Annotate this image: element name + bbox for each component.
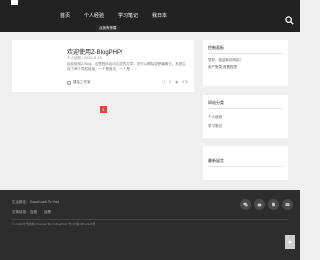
category-link[interactable]: 个人经验 [208, 115, 222, 120]
friend-links-label: 友情链接： [12, 210, 30, 214]
avatar [67, 80, 71, 85]
widget-title: 最新留言 [208, 158, 224, 163]
eye-icon: ◉ [175, 80, 179, 84]
widget-latest-comments: 最新留言 [203, 146, 288, 180]
widget-category: 网站分类 个人经验 学习笔记 [203, 95, 288, 138]
nav-tooltip: 点我有惊喜 [96, 23, 120, 32]
site-logo[interactable] [11, 0, 18, 5]
divider [12, 219, 288, 220]
post-thumbnail[interactable] [15, 43, 63, 89]
page-1-button[interactable]: 1 [100, 106, 107, 113]
wechat-icon[interactable] [240, 199, 251, 210]
nav-japan[interactable]: 我日本 [152, 13, 167, 20]
comment-count: 0 [169, 80, 172, 84]
post-stats: ▢ 0 ◉ 370 [158, 80, 188, 84]
email-icon[interactable] [282, 199, 293, 210]
weibo-icon[interactable] [254, 199, 265, 210]
post-card: 欢迎使用Z-BlogPHP! 个人经验 • 2024-11-10 欢迎使用Z-B… [12, 40, 194, 92]
category-link[interactable]: 学习笔记 [208, 124, 222, 129]
friend-link[interactable]: 百度 [30, 210, 37, 215]
view-count: 370 [182, 80, 188, 84]
search-icon[interactable] [285, 12, 294, 25]
divider [208, 108, 283, 109]
widget-title: 控制面板 [208, 45, 224, 50]
qq-icon[interactable] [268, 199, 279, 210]
comment-icon: ▢ [161, 80, 166, 84]
widget-about: 控制面板 您好，欢迎到访网站！ 用户登录 查看权限 [203, 40, 288, 86]
nav-notes[interactable]: 学习笔记 [118, 13, 138, 20]
divider [208, 166, 283, 167]
copyright-text: © 2018 时光随笔 Powered By Z-BlogPHP 粤ICP备18… [12, 222, 96, 226]
post-meta: 个人经验 • 2024-11-10 [67, 56, 102, 60]
post-author: 建站工作室 [67, 80, 91, 85]
post-title[interactable]: 欢迎使用Z-BlogPHP! [67, 47, 123, 56]
post-author-name[interactable]: 建站工作室 [73, 80, 91, 85]
back-to-top-icon[interactable] [285, 235, 295, 249]
widget-link[interactable]: 您好，欢迎到访网站！ [208, 58, 243, 63]
friend-link[interactable]: 谷歌 [44, 210, 51, 215]
post-excerpt: 欢迎使用Z-Blog，这是程序自动生成的文章，您可以删除或是编辑它。系统生成了两… [67, 62, 186, 71]
widget-title: 网站分类 [208, 100, 224, 105]
divider [208, 53, 283, 54]
nav-experience[interactable]: 个人经验 [84, 13, 104, 20]
main-nav: 首页 个人经验 学习笔记 我日本 [60, 13, 181, 20]
motto-label: 生活格言： [12, 200, 30, 204]
motto-text: Good Luck To You! [30, 200, 60, 204]
top-navbar: 首页 个人经验 学习笔记 我日本 [0, 0, 300, 32]
widget-link[interactable]: 用户登录 查看权限 [208, 65, 237, 70]
nav-home[interactable]: 首页 [60, 13, 70, 20]
